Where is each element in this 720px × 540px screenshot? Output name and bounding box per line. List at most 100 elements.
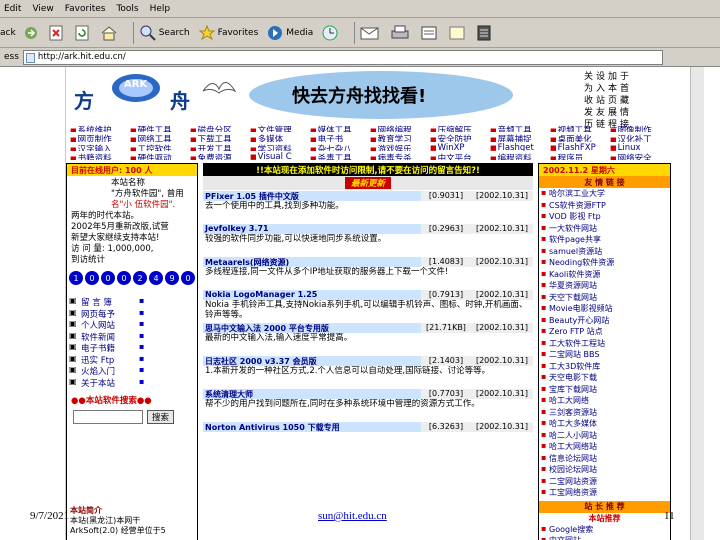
corner-link[interactable]: 友 — [596, 107, 608, 119]
messenger-button[interactable] — [476, 24, 494, 42]
nav-link[interactable]: 音频工具 — [490, 124, 550, 132]
friend-link[interactable]: 软件page共享 — [539, 234, 670, 246]
nav-link[interactable]: 汉字输入 — [70, 143, 130, 151]
nav-link[interactable]: 教育学习 — [370, 133, 430, 141]
friend-link[interactable]: samuel资源站 — [539, 246, 670, 258]
nav-link[interactable]: 汉化补丁 — [610, 133, 670, 141]
friend-link[interactable]: 二宝网站 BBS — [539, 349, 670, 361]
nav-link[interactable]: 媒体工具 — [310, 124, 370, 132]
corner-link[interactable]: 本 — [608, 83, 620, 95]
software-name[interactable]: 系统清理大师 — [203, 389, 421, 399]
corner-link[interactable]: 为 — [584, 83, 596, 95]
nav-link[interactable]: 学习资料 — [250, 143, 310, 151]
home-button[interactable] — [100, 24, 120, 42]
friend-link[interactable]: 一大软件网站 — [539, 223, 670, 235]
friend-link[interactable]: Beauty开心网站 — [539, 315, 670, 327]
friend-link[interactable]: 工大软件工程站 — [539, 338, 670, 350]
corner-link[interactable]: 加 — [608, 71, 620, 83]
back-button[interactable]: ack — [0, 28, 16, 38]
friend-link[interactable]: 工宝网络资源 — [539, 487, 670, 499]
friend-link[interactable]: 哈工大多媒体 — [539, 418, 670, 430]
nav-link[interactable]: 硬件工具 — [130, 124, 190, 132]
left-nav-item[interactable]: 个人网站 — [67, 319, 197, 331]
nav-link[interactable]: 工控软件 — [130, 143, 190, 151]
friend-link[interactable]: 信息论坛网站 — [539, 453, 670, 465]
nav-link[interactable]: 磁盘分区 — [190, 124, 250, 132]
nav-link[interactable]: Visual C — [250, 152, 310, 160]
footer-email[interactable]: sun@hit.edu.cn — [318, 510, 387, 522]
nav-link[interactable]: Linux — [610, 143, 670, 151]
nav-link[interactable]: 视频工具 — [550, 124, 610, 132]
nav-link[interactable]: 网页制作 — [70, 133, 130, 141]
friend-link[interactable]: Movie电影视频站 — [539, 303, 670, 315]
friend-link[interactable]: Zero FTP 站点 — [539, 326, 670, 338]
nav-link[interactable]: 图像制作 — [610, 124, 670, 132]
nav-link[interactable]: 安全防护 — [430, 133, 490, 141]
forward-button[interactable] — [24, 26, 40, 40]
favorites-button[interactable]: Favorites — [198, 24, 258, 42]
software-search-input[interactable] — [73, 410, 143, 424]
corner-link[interactable]: 关 — [584, 71, 596, 83]
nav-link[interactable]: 病毒专杀 — [370, 152, 430, 160]
nav-link[interactable]: 杀毒工具 — [310, 152, 370, 160]
left-nav-item[interactable]: 火焰入门 — [67, 365, 197, 377]
software-name[interactable]: Nokia LogoManager 1.25 — [203, 290, 421, 300]
left-nav-item[interactable]: 迅实 Ftp — [67, 354, 197, 366]
address-input[interactable]: http://ark.hit.edu.cn/ — [22, 49, 663, 65]
nav-link[interactable]: 下载工具 — [190, 133, 250, 141]
corner-link[interactable]: 于 — [620, 71, 632, 83]
menu-favorites[interactable]: Favorites — [65, 4, 106, 14]
corner-link[interactable]: 页 — [608, 95, 620, 107]
friend-link[interactable]: CS软件资源FTP — [539, 200, 670, 212]
nav-link[interactable]: 硬件驱动 — [130, 152, 190, 160]
software-search-button[interactable]: 搜索 — [147, 410, 175, 424]
nav-link[interactable]: 压缩解压 — [430, 124, 490, 132]
corner-link[interactable]: 发 — [584, 107, 596, 119]
vertical-scrollbar[interactable] — [690, 67, 704, 540]
software-name[interactable]: Jevfolkey 3.71 — [203, 224, 421, 234]
left-nav-item[interactable]: 软件新闻 — [67, 331, 197, 343]
nav-link[interactable]: FlashFXP — [550, 143, 610, 151]
nav-link[interactable]: 杂七杂八 — [310, 143, 370, 151]
friend-link[interactable]: 哈二人小网站 — [539, 430, 670, 442]
corner-link[interactable]: 藏 — [620, 95, 632, 107]
friend-link[interactable]: 天空电影下载 — [539, 372, 670, 384]
friend-link[interactable]: 哈工大网络站 — [539, 441, 670, 453]
friend-link[interactable]: Kaoli软件资源 — [539, 269, 670, 281]
corner-link[interactable]: 入 — [596, 83, 608, 95]
friend-link[interactable]: 二宝网站资源 — [539, 476, 670, 488]
nav-link[interactable]: Flashget — [490, 143, 550, 151]
friend-link[interactable]: 天空下载网站 — [539, 292, 670, 304]
nav-link[interactable]: 桌面美化 — [550, 133, 610, 141]
friend-link[interactable]: 哈工大网络 — [539, 395, 670, 407]
nav-link[interactable]: 游戏娱乐 — [370, 143, 430, 151]
nav-link[interactable]: 中文平台 — [430, 152, 490, 160]
discuss-button[interactable] — [448, 24, 468, 42]
corner-link[interactable]: 展 — [608, 107, 620, 119]
media-button[interactable]: Media — [266, 24, 313, 42]
friend-link[interactable]: 宝库下载网站 — [539, 384, 670, 396]
refresh-button[interactable] — [74, 24, 92, 42]
nav-link[interactable]: 网络安全 — [610, 152, 670, 160]
left-nav-item[interactable]: 网页每予 — [67, 308, 197, 320]
nav-link[interactable]: 程序员 — [550, 152, 610, 160]
friend-link[interactable]: Neoding软件资源 — [539, 257, 670, 269]
nav-link[interactable]: 开发工具 — [190, 143, 250, 151]
stop-button[interactable] — [48, 24, 66, 42]
nav-link[interactable]: WinXP — [430, 143, 490, 151]
corner-link[interactable]: 首 — [620, 83, 632, 95]
corner-link[interactable]: 站 — [596, 95, 608, 107]
software-name[interactable]: Metaarels(网络资源) — [203, 257, 421, 267]
friend-link[interactable]: 工大3D软件库 — [539, 361, 670, 373]
nav-link[interactable]: 文件管理 — [250, 124, 310, 132]
software-name[interactable]: Norton Antivirus 1050 下载专用 — [203, 422, 421, 432]
menu-tools[interactable]: Tools — [116, 4, 138, 14]
friend-link[interactable]: 华夏资源网站 — [539, 280, 670, 292]
nav-link[interactable]: 网络编程 — [370, 124, 430, 132]
nav-link[interactable]: 网络工具 — [130, 133, 190, 141]
friend-link[interactable]: VOD 影视 Ftp — [539, 211, 670, 223]
search-button[interactable]: Search — [139, 24, 190, 42]
left-nav-item[interactable]: 电子书籍 — [67, 342, 197, 354]
print-button[interactable] — [390, 24, 412, 42]
corner-link[interactable]: 情 — [620, 107, 632, 119]
